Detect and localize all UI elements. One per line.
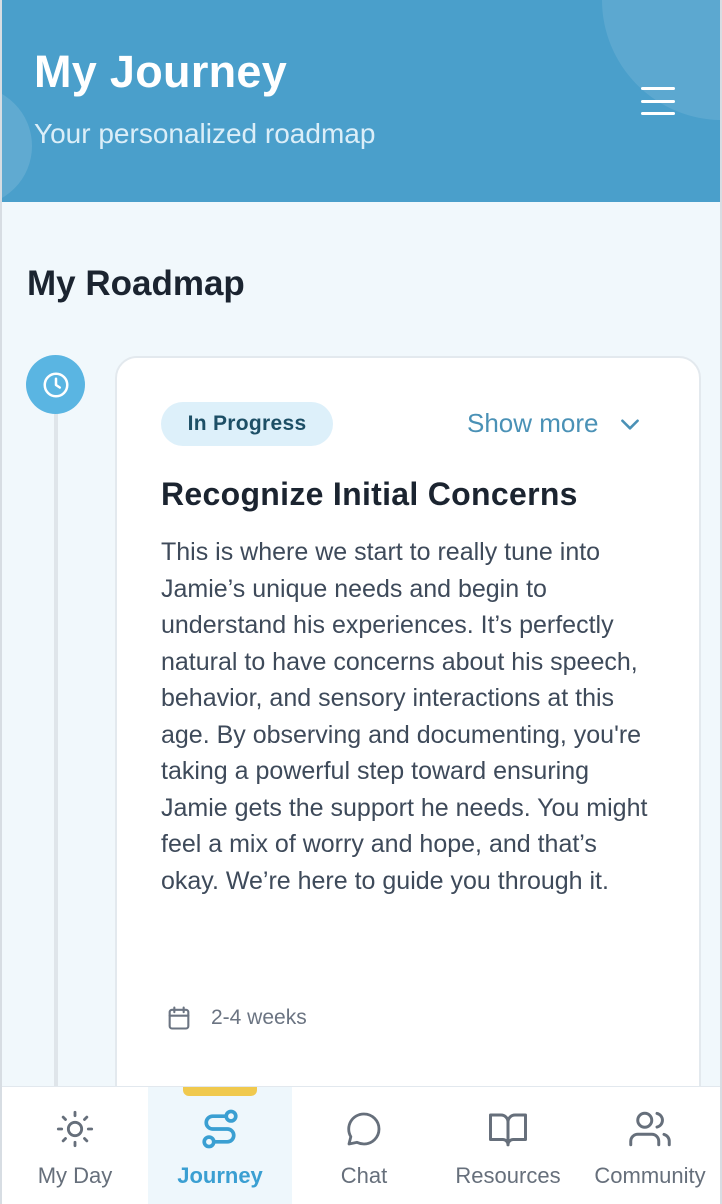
decorative-circle bbox=[2, 86, 32, 202]
bottom-nav: My Day Journey Chat Resources Community bbox=[2, 1086, 720, 1204]
timeline-node bbox=[26, 355, 85, 414]
nav-label: My Day bbox=[37, 1163, 113, 1188]
nav-item-community[interactable]: Community bbox=[580, 1087, 720, 1204]
show-more-button[interactable]: Show more bbox=[467, 408, 643, 439]
page-header: My Journey Your personalized roadmap bbox=[2, 0, 720, 202]
nav-item-chat[interactable]: Chat bbox=[292, 1087, 436, 1204]
timeline-line bbox=[54, 410, 58, 1100]
status-badge: In Progress bbox=[161, 402, 333, 446]
roadmap-section-title: My Roadmap bbox=[27, 264, 245, 303]
step-title: Recognize Initial Concerns bbox=[161, 476, 578, 512]
nav-label: Chat bbox=[340, 1163, 388, 1188]
nav-item-journey[interactable]: Journey bbox=[148, 1087, 292, 1204]
step-description: This is where we start to really tune in… bbox=[161, 538, 648, 895]
chat-bubble-icon bbox=[347, 1112, 381, 1146]
book-icon bbox=[489, 1113, 527, 1147]
nav-label: Resources bbox=[455, 1163, 561, 1188]
clock-icon bbox=[43, 372, 68, 397]
nav-item-resources[interactable]: Resources bbox=[436, 1087, 580, 1204]
nav-label: Community bbox=[594, 1163, 706, 1188]
show-more-label: Show more bbox=[467, 408, 599, 438]
duration-text: 2-4 weeks bbox=[211, 1006, 307, 1029]
nav-label: Journey bbox=[177, 1163, 263, 1188]
roadmap-step-card: In Progress Show more Recognize Initial … bbox=[115, 356, 701, 1136]
nav-item-my-day[interactable]: My Day bbox=[2, 1087, 148, 1204]
calendar-icon bbox=[168, 1006, 190, 1030]
app-frame: My Journey Your personalized roadmap My … bbox=[0, 0, 722, 1204]
users-icon bbox=[629, 1111, 671, 1147]
chevron-down-icon bbox=[620, 418, 639, 430]
step-duration: 2-4 weeks bbox=[165, 1004, 307, 1032]
hamburger-menu-icon[interactable] bbox=[638, 84, 678, 118]
page-subtitle: Your personalized roadmap bbox=[34, 118, 376, 149]
route-icon bbox=[202, 1109, 238, 1149]
sun-icon bbox=[56, 1110, 94, 1148]
page-title: My Journey bbox=[34, 46, 288, 97]
